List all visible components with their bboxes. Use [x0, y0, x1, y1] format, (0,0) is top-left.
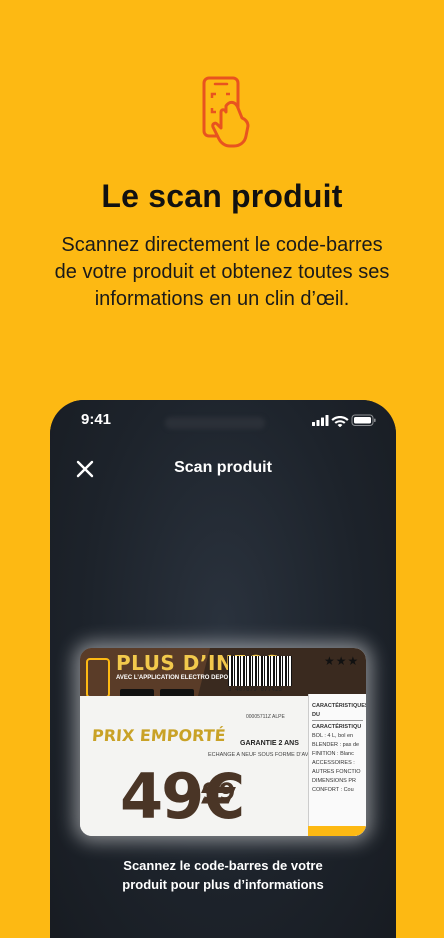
page-title: Le scan produit — [101, 178, 343, 214]
spec-line: AUTRES FONCTIO — [312, 769, 361, 775]
tag-price-cents: 99 — [202, 778, 236, 806]
store-badges-icon — [120, 686, 196, 699]
tag-price-label: PRIX EMPORTÉ — [91, 726, 227, 745]
tag-guarantee: GARANTIE 2 ANS — [240, 740, 299, 747]
status-notch-blur — [165, 417, 265, 429]
tag-exchange: ECHANGE A NEUF SOUS FORME D’AVOIR — [208, 752, 319, 758]
scan-instruction-line: produit pour plus d’informations — [122, 877, 324, 892]
tag-specs-title: CARACTÉRISTIQUES DU — [312, 702, 366, 721]
status-time: 9:41 — [81, 411, 112, 428]
description-line: informations en un clin d’œil. — [94, 288, 350, 310]
status-bar: 9:41 — [50, 400, 396, 440]
spec-line: FINITION : Blanc — [312, 751, 354, 757]
phone-mockup: 9:41 Scan produit PLUS D’INFOS AVEC L’AP… — [50, 400, 396, 938]
spec-line: CARACTÉRISTIQU — [312, 724, 362, 730]
phone-scan-hand-icon — [196, 74, 260, 154]
spec-line: ACCESSOIRES : — [312, 760, 355, 766]
scan-instructions: Scannez le code-barres de votre produit … — [50, 856, 396, 894]
barcode — [228, 656, 292, 686]
cellular-icon — [312, 415, 329, 426]
nav-bar: Scan produit — [50, 450, 396, 488]
spec-line: BLENDER : pas de — [312, 742, 360, 748]
page-description: Scannez directement le code-barres de vo… — [20, 232, 424, 313]
spec-line: BOL : 4 L, bol en — [312, 733, 354, 739]
tag-reference: 00005711Z ALPE — [246, 714, 285, 720]
description-line: Scannez directement le code-barres — [61, 234, 383, 256]
wifi-icon — [331, 416, 349, 428]
status-icons — [312, 413, 376, 428]
tag-phone-icon — [86, 658, 110, 698]
scan-instruction-line: Scannez le code-barres de votre — [123, 858, 323, 873]
tag-specs-panel: CARACTÉRISTIQUES DU CARACTÉRISTIQU BOL :… — [308, 694, 366, 836]
description-line: de votre produit et obtenez toutes ses — [54, 261, 390, 283]
spec-line: CONFORT : Cou — [312, 787, 354, 793]
tag-stars: ★★★ — [324, 654, 360, 668]
barcode-number: 3 407679 077425 — [228, 686, 283, 693]
tag-banner-subtitle: AVEC L’APPLICATION ELECTRO DEPOT — [116, 675, 232, 681]
nav-title: Scan produit — [174, 459, 272, 476]
spec-line: DIMENSIONS PR — [312, 778, 357, 784]
scanner-viewfinder[interactable]: PLUS D’INFOS AVEC L’APPLICATION ELECTRO … — [80, 648, 366, 836]
battery-icon — [351, 414, 376, 426]
tag-stripe — [308, 826, 366, 836]
